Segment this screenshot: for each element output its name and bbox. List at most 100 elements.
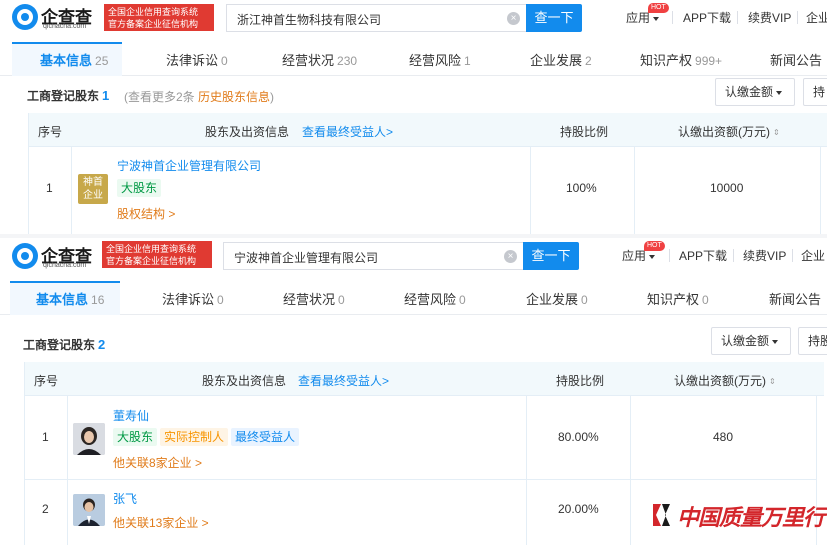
tab-bar: 基本信息 25 法律诉讼 0 经营状况 230 经营风险 1 企业发展 2 知识产权 999… xyxy=(0,42,827,76)
tab-news[interactable]: 新闻公告 xyxy=(770,50,822,69)
shareholder-name[interactable]: 董寿仙 xyxy=(113,407,149,424)
tag-ultimate-beneficiary: 最终受益人 xyxy=(231,428,300,446)
nav-enterprise[interactable]: 企业 xyxy=(806,9,827,26)
equity-structure-link[interactable]: 股权结构 > xyxy=(117,205,175,222)
header-capital[interactable]: 认缴出资额(万元) ⇕ xyxy=(674,372,776,389)
dropdown-label: 持 xyxy=(813,85,826,99)
history-shareholders-link[interactable]: 历史股东信息 xyxy=(198,90,270,104)
nav-divider xyxy=(672,11,673,24)
search-button[interactable]: 查一下 xyxy=(523,242,579,270)
search-input[interactable]: 浙江神首生物科技有限公司 × xyxy=(226,4,526,32)
header-ratio: 持股比例 xyxy=(560,125,609,139)
company-logo[interactable]: 神首 企业 xyxy=(78,174,108,204)
row-no: 1 xyxy=(42,430,49,444)
tab-label: 知识产权 xyxy=(640,53,693,68)
chevron-down-icon xyxy=(776,90,783,95)
nav-divider xyxy=(669,249,670,262)
nav-vip[interactable]: 续费VIP xyxy=(743,247,786,264)
table-border xyxy=(530,147,531,234)
tab-count: 0 xyxy=(338,293,345,307)
logo-line-1: 神首 xyxy=(83,177,103,188)
tab-label: 法律诉讼 xyxy=(166,53,219,68)
nav-app-download[interactable]: APP下载 xyxy=(683,9,731,26)
header-capital-label: 认缴出资额(万元) xyxy=(678,125,770,139)
view-beneficiary-link[interactable]: 查看最终受益人> xyxy=(298,372,389,389)
tab-label: 企业发展 xyxy=(530,53,583,68)
tab-news[interactable]: 新闻公告 xyxy=(769,289,821,308)
badge-line-2: 官方备案企业征信机构 xyxy=(106,256,197,266)
tab-label: 经营风险 xyxy=(409,53,462,68)
tab-legal[interactable]: 法律诉讼 0 xyxy=(162,289,224,308)
logo-line-2: 企业 xyxy=(83,190,103,201)
related-companies-link[interactable]: 他关联13家企业 > xyxy=(113,514,209,531)
badge-line-2: 官方备案企业征信机构 xyxy=(108,19,199,29)
tab-count: 230 xyxy=(337,54,358,68)
qichacha-logo[interactable]: 企查查 qichacha.com xyxy=(12,2,100,34)
related-companies-link[interactable]: 他关联8家企业 > xyxy=(113,454,202,471)
tab-risk[interactable]: 经营风险 1 xyxy=(409,50,471,69)
tab-label: 新闻公告 xyxy=(770,53,823,68)
hot-badge: HOT xyxy=(648,3,669,13)
tab-legal[interactable]: 法律诉讼 0 xyxy=(166,50,228,69)
section-title-text: 工商登记股东 xyxy=(27,89,100,103)
tab-count: 0 xyxy=(217,293,224,307)
nav-enterprise[interactable]: 企业 xyxy=(801,247,825,264)
tab-label: 经营状况 xyxy=(282,53,335,68)
qichacha-logo[interactable]: 企查查 qichacha.com xyxy=(12,241,100,273)
tab-ip[interactable]: 知识产权 0 xyxy=(647,289,709,308)
amount-sort-dropdown[interactable]: 认缴金额 xyxy=(715,78,795,106)
avatar[interactable] xyxy=(73,494,105,526)
badge-line-1: 全国企业信用查询系统 xyxy=(106,244,197,254)
amount-sort-dropdown[interactable]: 认缴金额 xyxy=(711,327,791,355)
tab-basic-info[interactable]: 基本信息 25 xyxy=(40,50,108,69)
header-capital[interactable]: 认缴出资额(万元) ⇕ xyxy=(678,123,780,140)
tab-label: 经营风险 xyxy=(404,292,457,307)
tab-label: 企业发展 xyxy=(526,292,579,307)
logo-domain: qichacha.com xyxy=(43,262,87,269)
header-holder: 股东及出资信息 xyxy=(202,374,287,388)
logo-domain: qichacha.com xyxy=(43,23,87,30)
nav-app-download[interactable]: APP下载 xyxy=(679,247,727,264)
shareholder-name[interactable]: 宁波神首企业管理有限公司 xyxy=(117,157,261,174)
tab-operations[interactable]: 经营状况 0 xyxy=(283,289,345,308)
watermark-text: 中国质量万里行 xyxy=(677,505,825,531)
table-border xyxy=(71,147,72,234)
clear-icon[interactable]: × xyxy=(504,250,517,263)
search-value: 浙江神首生物科技有限公司 xyxy=(237,13,382,27)
tab-development[interactable]: 企业发展 0 xyxy=(526,289,588,308)
tab-ip[interactable]: 知识产权 999+ xyxy=(640,50,722,69)
section-title: 工商登记股东 2 xyxy=(23,336,105,353)
dropdown-label: 认缴金额 xyxy=(721,334,770,348)
nav-vip[interactable]: 续费VIP xyxy=(748,9,791,26)
tab-count: 0 xyxy=(221,54,228,68)
tab-operations[interactable]: 经营状况 230 xyxy=(282,50,357,69)
shareholder-tags: 大股东 xyxy=(117,179,164,197)
ratio-sort-dropdown[interactable]: 持 xyxy=(803,78,827,106)
tab-count: 0 xyxy=(459,293,466,307)
section-title-text: 工商登记股东 xyxy=(23,338,96,352)
table-border xyxy=(820,147,821,234)
clear-icon[interactable]: × xyxy=(507,12,520,25)
header-ratio: 持股比例 xyxy=(556,374,605,388)
table-border xyxy=(28,113,29,234)
tab-count: 999+ xyxy=(695,54,723,68)
shareholder-name[interactable]: 张飞 xyxy=(113,490,137,507)
nav-divider xyxy=(733,249,734,262)
table-border xyxy=(24,362,25,545)
search-input[interactable]: 宁波神首企业管理有限公司 × xyxy=(223,242,523,270)
tab-risk[interactable]: 经营风险 0 xyxy=(404,289,466,308)
ratio-sort-dropdown[interactable]: 持股 xyxy=(798,327,827,355)
chevron-down-icon xyxy=(653,16,660,21)
subscribed-capital: 10000 xyxy=(710,181,744,195)
tab-development[interactable]: 企业发展 2 xyxy=(530,50,592,69)
view-beneficiary-link[interactable]: 查看最终受益人> xyxy=(302,123,393,140)
header-capital-label: 认缴出资额(万元) xyxy=(674,374,766,388)
tab-basic-info[interactable]: 基本信息 16 xyxy=(36,289,104,308)
tab-label: 基本信息 xyxy=(36,292,89,307)
tab-label: 知识产权 xyxy=(647,292,700,307)
search-button[interactable]: 查一下 xyxy=(526,4,582,32)
nav-apps-label: 应用 xyxy=(626,11,651,25)
logo-icon xyxy=(12,243,38,269)
avatar[interactable] xyxy=(73,423,105,455)
tag-major-shareholder: 大股东 xyxy=(117,179,162,197)
